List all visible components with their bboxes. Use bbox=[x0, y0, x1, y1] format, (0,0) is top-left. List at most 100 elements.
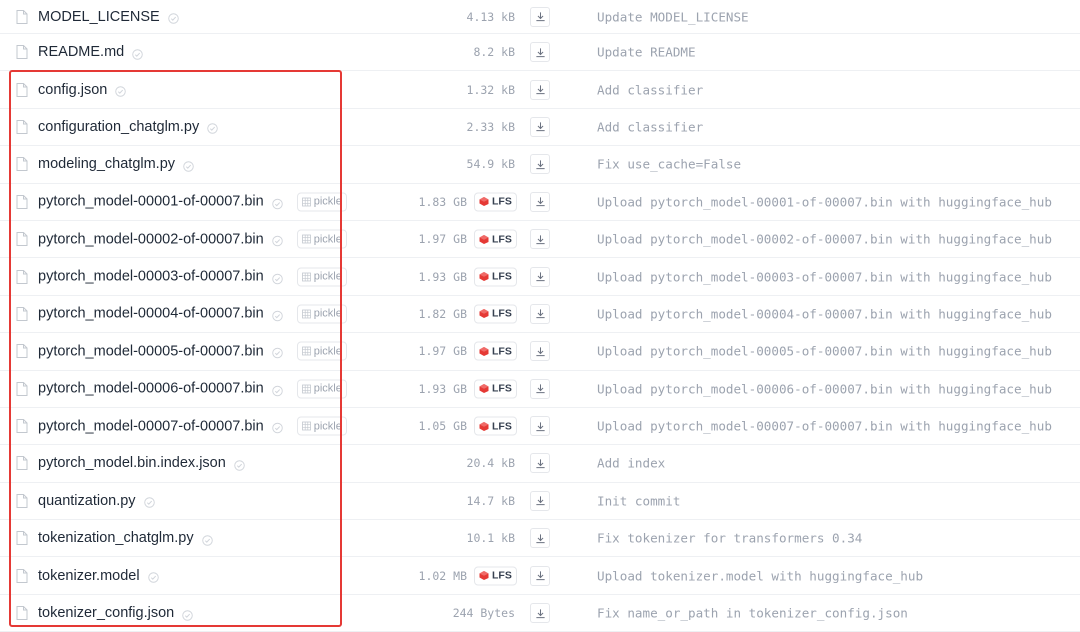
download-button[interactable] bbox=[530, 453, 550, 474]
pickle-grid-icon bbox=[301, 272, 311, 281]
lfs-badge: LFS bbox=[474, 304, 517, 324]
file-icon bbox=[16, 9, 28, 24]
file-name-cell: pytorch_model-00004-of-00007.bin pickle bbox=[38, 304, 347, 324]
commit-message-link[interactable]: Upload pytorch_model-00004-of-00007.bin … bbox=[597, 306, 1052, 321]
file-name-link[interactable]: configuration_chatglm.py bbox=[38, 119, 199, 135]
download-icon bbox=[535, 495, 546, 506]
download-icon bbox=[535, 234, 546, 245]
commit-message-link[interactable]: Update MODEL_LICENSE bbox=[597, 9, 749, 24]
download-button[interactable] bbox=[530, 416, 550, 437]
lfs-label: LFS bbox=[492, 195, 512, 208]
lfs-label: LFS bbox=[492, 270, 512, 283]
download-icon bbox=[535, 421, 546, 432]
lfs-cube-icon bbox=[479, 571, 489, 581]
pickle-badge[interactable]: pickle bbox=[296, 416, 347, 436]
pickle-badge[interactable]: pickle bbox=[296, 267, 347, 287]
commit-message-link[interactable]: Upload pytorch_model-00005-of-00007.bin … bbox=[597, 344, 1052, 359]
lfs-label: LFS bbox=[492, 233, 512, 246]
file-name-link[interactable]: modeling_chatglm.py bbox=[38, 156, 175, 172]
download-button[interactable] bbox=[530, 528, 550, 549]
commit-message-link[interactable]: Fix tokenizer for transformers 0.34 bbox=[597, 531, 862, 546]
file-name-link[interactable]: pytorch_model.bin.index.json bbox=[38, 455, 226, 471]
download-button[interactable] bbox=[530, 191, 550, 212]
safe-check-icon bbox=[182, 608, 193, 621]
download-icon bbox=[535, 383, 546, 394]
commit-message-link[interactable]: Add index bbox=[597, 456, 665, 471]
file-row: MODEL_LICENSE 4.13 kB Update MODEL_LICENSE bbox=[0, 0, 1080, 34]
file-size: 10.1 kB bbox=[466, 531, 515, 546]
file-name-link[interactable]: tokenizer_config.json bbox=[38, 605, 174, 621]
lfs-badge: LFS bbox=[474, 267, 517, 287]
commit-message-link[interactable]: Upload pytorch_model-00001-of-00007.bin … bbox=[597, 194, 1052, 209]
file-name-link[interactable]: tokenizer.model bbox=[38, 568, 140, 584]
pickle-badge[interactable]: pickle bbox=[296, 192, 347, 212]
file-row: modeling_chatglm.py 54.9 kB Fix use_cache=… bbox=[0, 146, 1080, 184]
file-name-link[interactable]: pytorch_model-00003-of-00007.bin bbox=[38, 269, 264, 285]
file-name-link[interactable]: pytorch_model-00004-of-00007.bin bbox=[38, 306, 264, 322]
download-button[interactable] bbox=[530, 565, 550, 586]
download-button[interactable] bbox=[530, 116, 550, 137]
pickle-grid-icon bbox=[301, 384, 311, 394]
pickle-label: pickle bbox=[313, 420, 342, 433]
file-name-cell: README.md bbox=[38, 44, 143, 60]
file-row: tokenizer_config.json 244 Bytes Fix name_o… bbox=[0, 595, 1080, 632]
lfs-cube-icon bbox=[479, 384, 489, 394]
commit-message-link[interactable]: Update README bbox=[597, 45, 696, 60]
file-name-link[interactable]: pytorch_model-00005-of-00007.bin bbox=[38, 343, 264, 359]
lfs-badge: LFS bbox=[474, 416, 517, 436]
download-button[interactable] bbox=[530, 266, 550, 287]
commit-message-link[interactable]: Upload pytorch_model-00003-of-00007.bin … bbox=[597, 269, 1052, 284]
file-row: pytorch_model-00001-of-00007.bin pickle 1.… bbox=[0, 184, 1080, 221]
commit-message-link[interactable]: Fix use_cache=False bbox=[597, 157, 741, 172]
file-row: pytorch_model-00006-of-00007.bin pickle 1.… bbox=[0, 371, 1080, 408]
safe-check-icon bbox=[271, 383, 283, 396]
commit-message-link[interactable]: Fix name_or_path in tokenizer_config.jso… bbox=[597, 606, 908, 621]
pickle-badge[interactable]: pickle bbox=[296, 341, 347, 361]
lfs-cube-icon bbox=[479, 421, 489, 431]
lfs-cube-icon bbox=[479, 234, 489, 244]
download-button[interactable] bbox=[530, 6, 550, 27]
download-button[interactable] bbox=[530, 341, 550, 362]
file-name-cell: pytorch_model-00001-of-00007.bin pickle bbox=[38, 192, 347, 212]
download-button[interactable] bbox=[530, 42, 550, 63]
download-button[interactable] bbox=[530, 490, 550, 511]
commit-message-link[interactable]: Upload pytorch_model-00007-of-00007.bin … bbox=[597, 419, 1052, 434]
file-name-cell: pytorch_model-00007-of-00007.bin pickle bbox=[38, 416, 347, 436]
download-button[interactable] bbox=[530, 154, 550, 175]
download-button[interactable] bbox=[530, 378, 550, 399]
pickle-badge[interactable]: pickle bbox=[296, 229, 347, 249]
file-size: 4.13 kB bbox=[466, 9, 515, 24]
download-icon bbox=[535, 159, 546, 170]
file-name-link[interactable]: pytorch_model-00002-of-00007.bin bbox=[38, 231, 264, 247]
lfs-cube-icon bbox=[479, 346, 489, 356]
file-name-link[interactable]: pytorch_model-00001-of-00007.bin bbox=[38, 194, 264, 210]
file-name-cell: configuration_chatglm.py bbox=[38, 119, 218, 135]
file-name-link[interactable]: pytorch_model-00007-of-00007.bin bbox=[38, 418, 264, 434]
file-name-link[interactable]: MODEL_LICENSE bbox=[38, 9, 160, 25]
file-name-link[interactable]: tokenization_chatglm.py bbox=[38, 530, 194, 546]
pickle-badge[interactable]: pickle bbox=[296, 304, 347, 324]
pickle-badge[interactable]: pickle bbox=[296, 379, 347, 399]
file-icon bbox=[16, 306, 28, 321]
commit-message-link[interactable]: Add classifier bbox=[597, 119, 703, 134]
file-icon bbox=[16, 119, 28, 134]
commit-message-link[interactable]: Upload tokenizer.model with huggingface_… bbox=[597, 568, 923, 583]
file-name-link[interactable]: pytorch_model-00006-of-00007.bin bbox=[38, 381, 264, 397]
commit-message-link[interactable]: Upload pytorch_model-00006-of-00007.bin … bbox=[597, 381, 1052, 396]
download-button[interactable] bbox=[530, 603, 550, 624]
file-size: 1.82 GB bbox=[418, 306, 467, 321]
commit-message-link[interactable]: Init commit bbox=[597, 493, 680, 508]
file-icon bbox=[16, 606, 28, 621]
download-button[interactable] bbox=[530, 303, 550, 324]
file-name-link[interactable]: config.json bbox=[38, 82, 107, 98]
file-name-link[interactable]: quantization.py bbox=[38, 493, 136, 509]
file-row: pytorch_model-00004-of-00007.bin pickle 1.… bbox=[0, 296, 1080, 334]
commit-message-link[interactable]: Upload pytorch_model-00002-of-00007.bin … bbox=[597, 232, 1052, 247]
download-button[interactable] bbox=[530, 229, 550, 250]
file-name-link[interactable]: README.md bbox=[38, 44, 124, 60]
download-button[interactable] bbox=[530, 79, 550, 100]
file-row: tokenization_chatglm.py 10.1 kB Fix tokeni… bbox=[0, 520, 1080, 558]
commit-message-link[interactable]: Add classifier bbox=[597, 82, 703, 97]
lfs-label: LFS bbox=[492, 345, 512, 358]
lfs-badge: LFS bbox=[474, 229, 517, 249]
